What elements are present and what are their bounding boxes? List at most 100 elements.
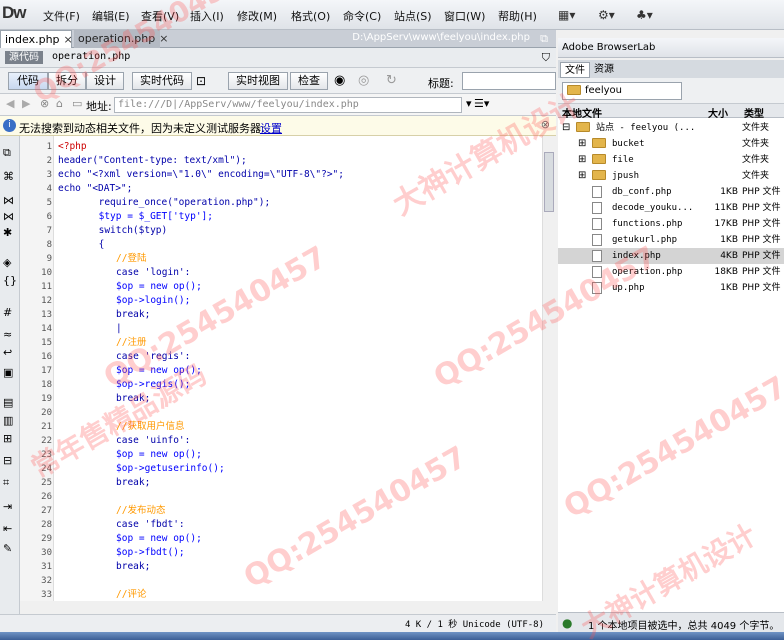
globe-icon[interactable]: ◉ xyxy=(334,73,345,88)
expand-icon[interactable]: ⊞ xyxy=(578,168,586,184)
line-number: 11 xyxy=(41,282,52,292)
file-list-row[interactable]: ⊞ bucket 文件夹 xyxy=(558,136,784,152)
remove-comment-icon[interactable]: ▥ xyxy=(3,414,17,428)
site-selector[interactable]: feelyou xyxy=(562,82,682,100)
code-line: case 'regis': xyxy=(116,351,191,362)
collapse-tag-icon[interactable]: ⋈ xyxy=(3,194,17,208)
select-parent-tag-icon[interactable]: ◈ xyxy=(3,256,17,270)
file-list-row[interactable]: getukurl.php 1KB PHP 文件 xyxy=(558,232,784,248)
syntax-coloring-icon[interactable]: ▣ xyxy=(3,366,17,380)
site-icon[interactable]: ♣▾ xyxy=(636,5,653,25)
menu-insert[interactable]: 插入(I) xyxy=(190,8,224,24)
recent-snippets-icon[interactable]: ⊟ xyxy=(3,454,17,468)
forward-icon[interactable]: ▶ xyxy=(22,97,30,110)
line-number: 3 xyxy=(46,170,52,180)
filter-icon[interactable]: ⛉ xyxy=(542,51,550,65)
menu-edit[interactable]: 编辑(E) xyxy=(92,8,130,24)
tab-index-php[interactable]: index.php × xyxy=(0,30,73,48)
home-icon[interactable]: ⌂ xyxy=(56,97,63,110)
file-type: PHP 文件 xyxy=(742,283,781,293)
code-line: $op->fbdt(); xyxy=(116,547,185,558)
menu-view[interactable]: 查看(V) xyxy=(141,8,179,24)
address-input[interactable]: file:///D|/AppServ/www/feelyou/index.php xyxy=(114,97,462,113)
file-list-row[interactable]: decode_youku... 11KB PHP 文件 xyxy=(558,200,784,216)
line-number: 25 xyxy=(41,478,52,488)
menu-modify[interactable]: 修改(M) xyxy=(237,8,277,24)
gear-icon[interactable]: ⚙▾ xyxy=(598,5,615,25)
file-list-row[interactable]: ⊟ 站点 - feelyou (... 文件夹 xyxy=(558,120,784,136)
split-view-button[interactable]: 拆分 xyxy=(48,72,86,90)
code-line: $op->login(); xyxy=(116,295,191,306)
menu-file[interactable]: 文件(F) xyxy=(43,8,80,24)
word-wrap-icon[interactable]: ↩ xyxy=(3,346,17,360)
file-type: PHP 文件 xyxy=(742,203,781,213)
source-code-badge[interactable]: 源代码 xyxy=(5,51,43,64)
indent-icon[interactable]: ⇥ xyxy=(3,500,17,514)
options-icon[interactable]: ☰▾ xyxy=(474,97,489,110)
title-input[interactable] xyxy=(462,72,556,90)
preview-icon[interactable]: ◎ xyxy=(358,73,369,88)
file-list-row[interactable]: db_conf.php 1KB PHP 文件 xyxy=(558,184,784,200)
open-documents-icon[interactable]: ⧉ xyxy=(3,146,17,160)
close-icon[interactable]: × xyxy=(159,32,168,45)
menu-format[interactable]: 格式(O) xyxy=(291,8,330,24)
file-list-row[interactable]: functions.php 17KB PHP 文件 xyxy=(558,216,784,232)
file-type: 文件夹 xyxy=(742,171,770,181)
scrollbar-thumb[interactable] xyxy=(544,152,554,212)
back-icon[interactable]: ◀ xyxy=(6,97,14,110)
move-css-icon[interactable]: ⌗ xyxy=(3,476,17,490)
coding-toolbar: ⧉ ⌘ ⋈ ⋈ ✱ ◈ {} # ≈ ↩ ▣ ▤ ▥ ⊞ ⊟ ⌗ ⇥ ⇤ ✎ xyxy=(0,136,20,616)
line-number: 12 xyxy=(41,296,52,306)
menu-site[interactable]: 站点(S) xyxy=(394,8,432,24)
close-icon[interactable]: × xyxy=(64,33,73,46)
menu-help[interactable]: 帮助(H) xyxy=(498,8,537,24)
menu-commands[interactable]: 命令(C) xyxy=(343,8,381,24)
close-icon[interactable]: ⊗ xyxy=(541,118,550,131)
balance-braces-icon[interactable]: {} xyxy=(3,274,17,288)
live-code-button[interactable]: 实时代码 xyxy=(132,72,192,90)
expand-icon[interactable]: ⊞ xyxy=(578,136,586,152)
show-code-navigator-icon[interactable]: ⌘ xyxy=(3,170,17,184)
expand-icon[interactable]: ⊞ xyxy=(578,152,586,168)
code-editor[interactable]: <?php header("Content-type: text/xml"); ec… xyxy=(54,136,542,601)
layout-icon[interactable]: ▦▾ xyxy=(558,5,575,25)
collapse-selection-icon[interactable]: ⋈ xyxy=(3,210,17,224)
line-number: 19 xyxy=(41,394,52,404)
expand-icon[interactable]: ⊟ xyxy=(562,120,570,136)
design-view-button[interactable]: 设计 xyxy=(86,72,124,90)
related-file-link[interactable]: operation.php xyxy=(52,51,130,62)
refresh-icon[interactable]: ↻ xyxy=(386,73,397,88)
line-number: 9 xyxy=(46,254,52,264)
line-number: 17 xyxy=(41,366,52,376)
file-list-row[interactable]: operation.php 18KB PHP 文件 xyxy=(558,264,784,280)
file-list-row[interactable]: index.php 4KB PHP 文件 xyxy=(558,248,784,264)
file-type: PHP 文件 xyxy=(742,219,781,229)
settings-link[interactable]: 设置 xyxy=(260,120,282,136)
tab-assets[interactable]: 资源 xyxy=(590,62,618,78)
wrap-tag-icon[interactable]: ⊞ xyxy=(3,432,17,446)
dropdown-icon[interactable]: ▾ xyxy=(466,97,472,110)
outdent-icon[interactable]: ⇤ xyxy=(3,522,17,536)
inspect-button[interactable]: 检查 xyxy=(290,72,328,90)
code-line: break; xyxy=(116,477,151,488)
format-source-icon[interactable]: ✎ xyxy=(3,542,17,556)
highlight-invalid-icon[interactable]: ≈ xyxy=(3,328,17,342)
file-list-row[interactable]: up.php 1KB PHP 文件 xyxy=(558,280,784,296)
file-list-row[interactable]: ⊞ jpush 文件夹 xyxy=(558,168,784,184)
file-name: db_conf.php xyxy=(612,187,672,197)
tab-operation-php[interactable]: operation.php × xyxy=(74,30,168,48)
live-view-button[interactable]: 实时视图 xyxy=(228,72,288,90)
apply-comment-icon[interactable]: ▤ xyxy=(3,396,17,410)
browserlab-panel-header[interactable]: Adobe BrowserLab xyxy=(558,38,784,58)
file-list-row[interactable]: ⊞ file 文件夹 xyxy=(558,152,784,168)
stop-icon[interactable]: ⊗ xyxy=(40,97,49,110)
menu-window[interactable]: 窗口(W) xyxy=(444,8,485,24)
inspect-tool-icon[interactable]: ⊡ xyxy=(196,74,206,88)
tab-files[interactable]: 文件 xyxy=(560,62,590,78)
connect-icon[interactable]: ● xyxy=(562,616,572,630)
restore-icon[interactable]: ⧉ xyxy=(540,32,548,46)
line-numbers-icon[interactable]: # xyxy=(3,306,17,320)
folder-icon xyxy=(592,138,606,148)
code-view-button[interactable]: 代码 xyxy=(8,72,48,90)
expand-all-icon[interactable]: ✱ xyxy=(3,226,17,240)
